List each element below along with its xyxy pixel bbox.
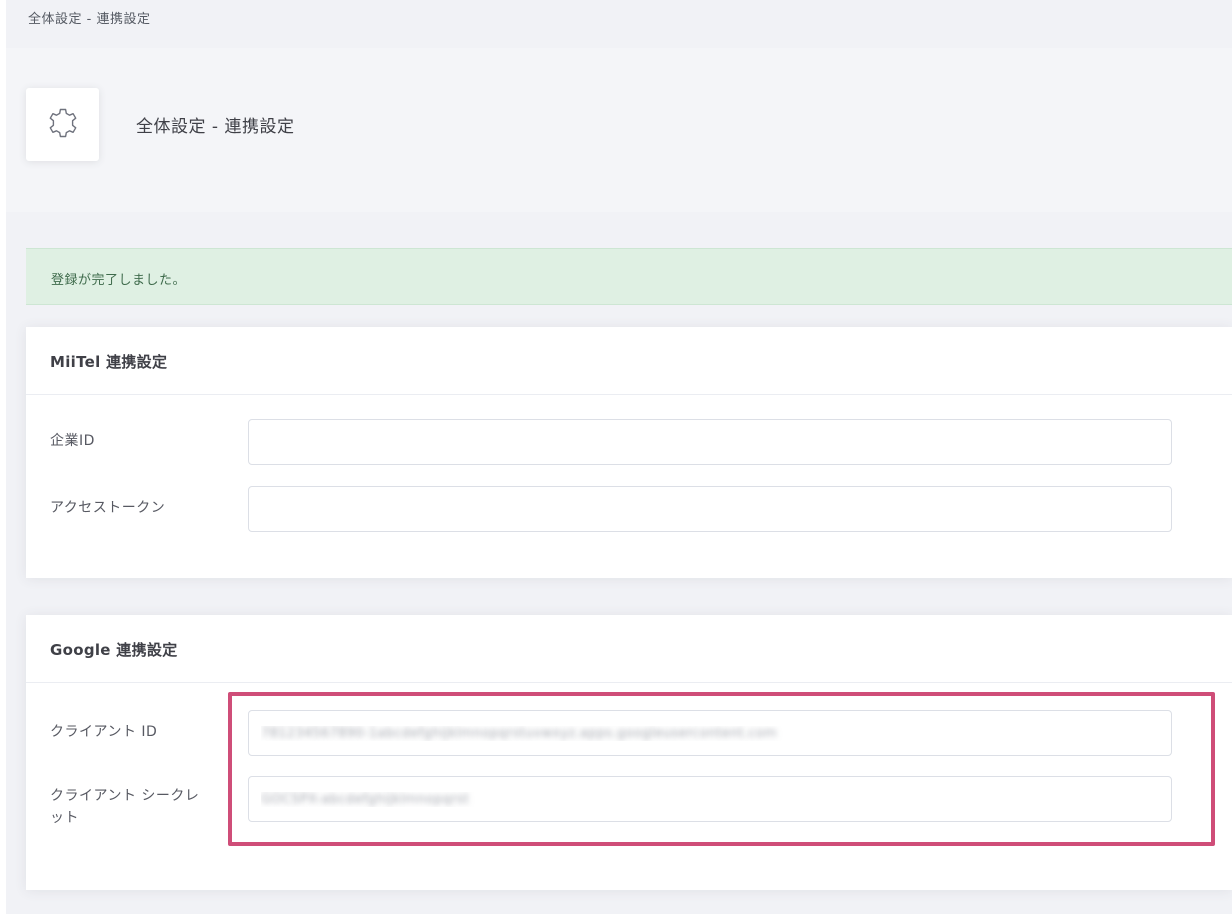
client-id-label: クライアント ID [50, 724, 158, 740]
header-icon-box [26, 88, 99, 161]
access-token-input[interactable] [248, 486, 1172, 532]
miitel-settings-card: MiiTel 連携設定 企業ID アクセストークン [26, 327, 1232, 578]
client-secret-label: クライアント シークレット [50, 788, 200, 826]
google-settings-card: Google 連携設定 クライアント ID クライアント シークレット [26, 615, 1232, 890]
page-title: 全体設定 - 連携設定 [136, 117, 295, 137]
subheader: 全体設定 - 連携設定 [6, 48, 1232, 212]
company-id-input[interactable] [248, 419, 1172, 465]
breadcrumb: 全体設定 - 連携設定 [28, 12, 151, 27]
miitel-card-title: MiiTel 連携設定 [50, 353, 168, 371]
company-id-label: 企業ID [50, 433, 95, 449]
client-secret-input[interactable] [248, 776, 1172, 822]
access-token-label: アクセストークン [50, 500, 166, 516]
success-alert: 登録が完了しました。 [26, 248, 1232, 305]
gear-icon [45, 105, 81, 145]
client-id-input[interactable] [248, 710, 1172, 756]
alert-message: 登録が完了しました。 [51, 273, 187, 288]
google-card-title: Google 連携設定 [50, 641, 178, 659]
page-background: 全体設定 - 連携設定 全体設定 - 連携設定 登録が完了しました。 MiiTe… [6, 0, 1232, 914]
google-card-header: Google 連携設定 [26, 615, 1232, 683]
miitel-card-header: MiiTel 連携設定 [26, 327, 1232, 395]
